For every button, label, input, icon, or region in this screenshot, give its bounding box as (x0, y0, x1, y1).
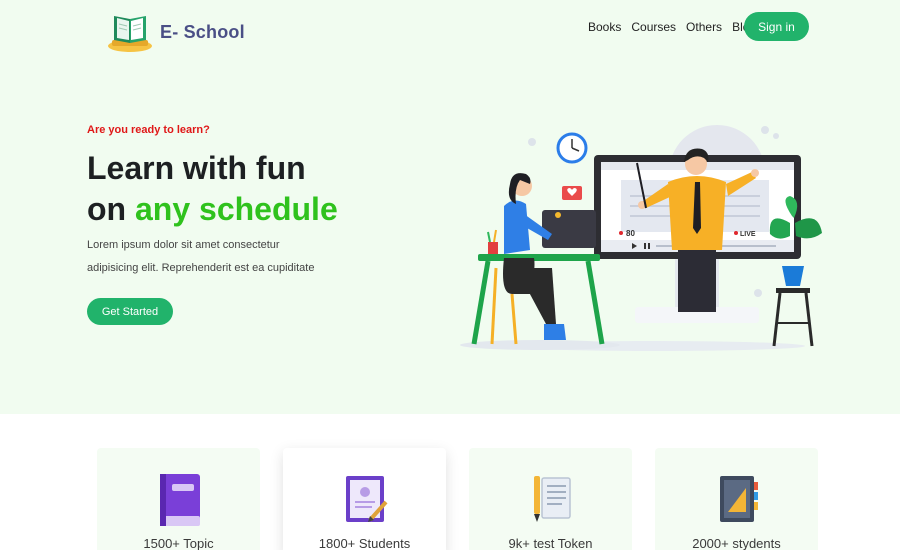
certificate-icon (345, 476, 387, 522)
headline-line-1: Learn with fun (87, 150, 306, 186)
hero-description: Lorem ipsum dolor sit amet consectetur a… (87, 234, 387, 280)
headline-accent: any schedule (134, 191, 338, 227)
clock-icon (556, 132, 588, 164)
stat-card-stydents: 2000+ stydents (655, 448, 818, 550)
description-line-1: Lorem ipsum dolor sit amet consectetur (87, 239, 280, 251)
live-badge: LIVE (740, 231, 756, 238)
purple-book-icon (159, 474, 200, 526)
brand-name: E- School (160, 21, 245, 42)
stat-card-tokens: 9k+ test Token (469, 448, 632, 550)
stat-card-students: 1800+ Students (283, 448, 446, 550)
description-line-2: adipisicing elit. Reprehenderit est ea c… (87, 262, 315, 274)
nav-link-others[interactable]: Others (686, 20, 722, 34)
hero-eyebrow: Are you ready to learn? (87, 124, 210, 136)
stat-label-students: 1800+ Students (318, 536, 411, 550)
book-logo-icon (108, 16, 152, 52)
main-nav: Books Courses Others Blog (588, 20, 756, 34)
nav-link-courses[interactable]: Courses (631, 20, 676, 34)
stat-card-topics: 1500+ Topic (97, 448, 260, 550)
viewer-count: 80 (626, 229, 635, 238)
hero-headline: Learn with fun on any schedule (87, 148, 417, 230)
signin-button[interactable]: Sign in (744, 12, 809, 41)
headline-line-2-prefix: on (87, 191, 135, 227)
get-started-button[interactable]: Get Started (87, 298, 173, 325)
notebook-icon (719, 476, 758, 522)
nav-link-books[interactable]: Books (588, 20, 621, 34)
stat-label-topics: 1500+ Topic (143, 536, 214, 550)
stat-label-tokens: 9k+ test Token (508, 536, 593, 550)
stat-label-stydents: 2000+ stydents (692, 536, 781, 550)
online-learning-illustration: 80 LIVE (460, 125, 822, 351)
pen-notes-icon (533, 476, 571, 522)
laptop-graphic (542, 210, 596, 248)
brand-logo[interactable]: E- School (106, 10, 256, 54)
heart-bubble-icon (562, 186, 582, 200)
